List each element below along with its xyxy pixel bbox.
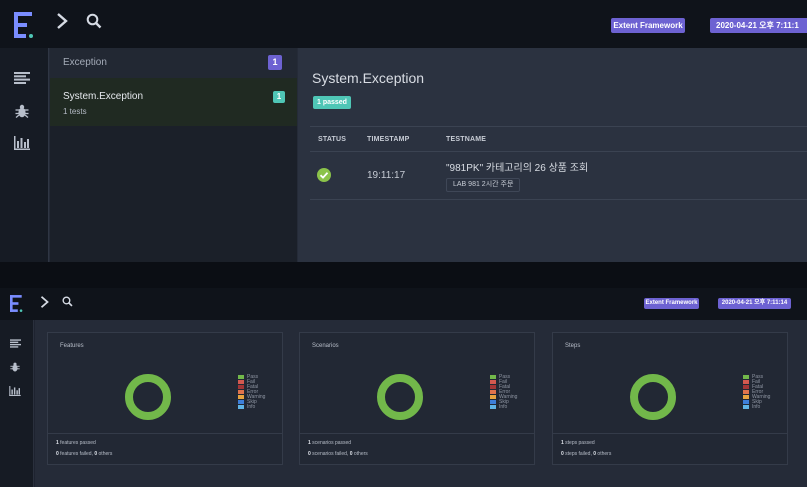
legend-item[interactable]: Info bbox=[490, 403, 517, 410]
test-list-header[interactable]: Exception 1 bbox=[50, 48, 297, 78]
legend-swatch bbox=[743, 379, 749, 384]
sidebar bbox=[0, 48, 49, 262]
col-testname-header[interactable]: TESTNAME bbox=[446, 136, 486, 143]
divider bbox=[310, 126, 807, 127]
category-tag[interactable]: LAB 981 2시간 주문 bbox=[446, 178, 521, 192]
col-timestamp-header[interactable]: TIMESTAMP bbox=[367, 136, 410, 143]
legend-swatch bbox=[743, 374, 749, 379]
legend-swatch bbox=[490, 389, 496, 394]
donut-chart[interactable] bbox=[376, 373, 424, 421]
detail-title: System.Exception bbox=[312, 70, 425, 86]
passed-summary: 1 features passed bbox=[56, 440, 96, 446]
chart-legend: Pass Fail Fatal Error Warning Skip Info bbox=[490, 374, 517, 410]
legend-label: Info bbox=[499, 403, 508, 410]
legend-swatch bbox=[490, 394, 496, 399]
legend-label: Info bbox=[752, 403, 761, 410]
passed-badge: 1 passed bbox=[313, 96, 351, 109]
divider bbox=[553, 433, 787, 434]
legend-item[interactable]: Info bbox=[743, 403, 770, 410]
list-icon[interactable] bbox=[10, 339, 21, 348]
sidebar bbox=[0, 320, 34, 487]
bottom-navbar: Extent Framework 2020-04-21 오후 7:11:14 bbox=[0, 288, 807, 320]
legend-swatch bbox=[490, 374, 496, 379]
divider bbox=[48, 433, 282, 434]
pass-count-badge: 1 bbox=[273, 91, 285, 103]
framework-badge: Extent Framework bbox=[644, 298, 699, 309]
card-title: Steps bbox=[565, 343, 581, 349]
test-count-badge: 1 bbox=[268, 55, 282, 70]
failed-summary: 0 scenarios failed, 0 others bbox=[308, 451, 368, 457]
timestamp-badge: 2020-04-21 오후 7:11:14 bbox=[718, 298, 791, 309]
features-card: Features Pass Fail Fatal Error Warning Skip In… bbox=[47, 332, 283, 465]
extent-logo-icon[interactable] bbox=[10, 295, 23, 312]
extent-logo-icon[interactable] bbox=[14, 12, 34, 38]
steps-card: Steps Pass Fail Fatal Error Warning Skip Info … bbox=[552, 332, 788, 465]
legend-swatch bbox=[238, 394, 244, 399]
donut-chart[interactable] bbox=[124, 373, 172, 421]
chevron-right-icon[interactable] bbox=[56, 12, 68, 30]
legend-swatch bbox=[238, 384, 244, 389]
chevron-right-icon[interactable] bbox=[40, 295, 49, 309]
bug-icon[interactable] bbox=[15, 104, 29, 118]
bar-chart-icon[interactable] bbox=[14, 136, 30, 150]
legend-swatch bbox=[743, 394, 749, 399]
test-sub: 1 tests bbox=[63, 107, 87, 116]
legend-swatch bbox=[238, 404, 244, 409]
legend-swatch bbox=[743, 399, 749, 404]
legend-swatch bbox=[743, 404, 749, 409]
passed-summary: 1 scenarios passed bbox=[308, 440, 352, 446]
divider bbox=[300, 433, 534, 434]
scenarios-card: Scenarios Pass Fail Fatal Error Warning Skip I… bbox=[299, 332, 535, 465]
legend-swatch bbox=[743, 384, 749, 389]
passed-summary: 1 steps passed bbox=[561, 440, 595, 446]
pass-check-icon bbox=[317, 168, 331, 182]
legend-swatch bbox=[490, 399, 496, 404]
legend-label: Info bbox=[247, 403, 256, 410]
search-icon[interactable] bbox=[86, 13, 102, 29]
test-list-title: Exception bbox=[63, 57, 107, 68]
chart-legend: Pass Fail Fatal Error Warning Skip Info bbox=[743, 374, 770, 410]
test-detail-panel: System.Exception 1 passed STATUS TIMESTA… bbox=[298, 48, 807, 262]
legend-swatch bbox=[238, 379, 244, 384]
list-item[interactable]: System.Exception 1 tests 1 bbox=[50, 78, 297, 126]
divider bbox=[310, 199, 807, 200]
divider bbox=[310, 151, 807, 152]
card-title: Features bbox=[60, 343, 84, 349]
legend-swatch bbox=[743, 389, 749, 394]
row-timestamp: 19:11:17 bbox=[367, 170, 406, 181]
chart-legend: Pass Fail Fatal Error Warning Skip Info bbox=[238, 374, 265, 410]
legend-swatch bbox=[238, 399, 244, 404]
bottom-screen: Extent Framework 2020-04-21 오후 7:11:14 F… bbox=[0, 288, 807, 487]
dashboard-main: Features Pass Fail Fatal Error Warning Skip In… bbox=[35, 320, 807, 487]
card-title: Scenarios bbox=[312, 343, 339, 349]
list-icon[interactable] bbox=[14, 72, 30, 84]
failed-summary: 0 features failed, 0 others bbox=[56, 451, 113, 457]
failed-summary: 0 steps failed, 0 others bbox=[561, 451, 612, 457]
legend-swatch bbox=[490, 384, 496, 389]
col-status-header[interactable]: STATUS bbox=[318, 136, 346, 143]
row-testname[interactable]: "981PK" 카테고리의 26 상품 조회 bbox=[446, 159, 588, 174]
bar-chart-icon[interactable] bbox=[9, 386, 21, 396]
legend-swatch bbox=[490, 379, 496, 384]
donut-chart[interactable] bbox=[629, 373, 677, 421]
top-screen: Extent Framework 2020-04-21 오후 7:11:1 Ex… bbox=[0, 0, 807, 262]
bug-icon[interactable] bbox=[10, 362, 20, 372]
top-navbar: Extent Framework 2020-04-21 오후 7:11:1 bbox=[0, 0, 807, 48]
legend-swatch bbox=[490, 404, 496, 409]
test-name: System.Exception bbox=[63, 91, 144, 102]
search-icon[interactable] bbox=[62, 296, 73, 307]
test-list-panel: Exception 1 System.Exception 1 tests 1 bbox=[50, 48, 297, 262]
legend-swatch bbox=[238, 389, 244, 394]
legend-swatch bbox=[238, 374, 244, 379]
framework-badge: Extent Framework bbox=[611, 18, 685, 33]
timestamp-badge: 2020-04-21 오후 7:11:1 bbox=[710, 18, 807, 33]
legend-item[interactable]: Info bbox=[238, 403, 265, 410]
